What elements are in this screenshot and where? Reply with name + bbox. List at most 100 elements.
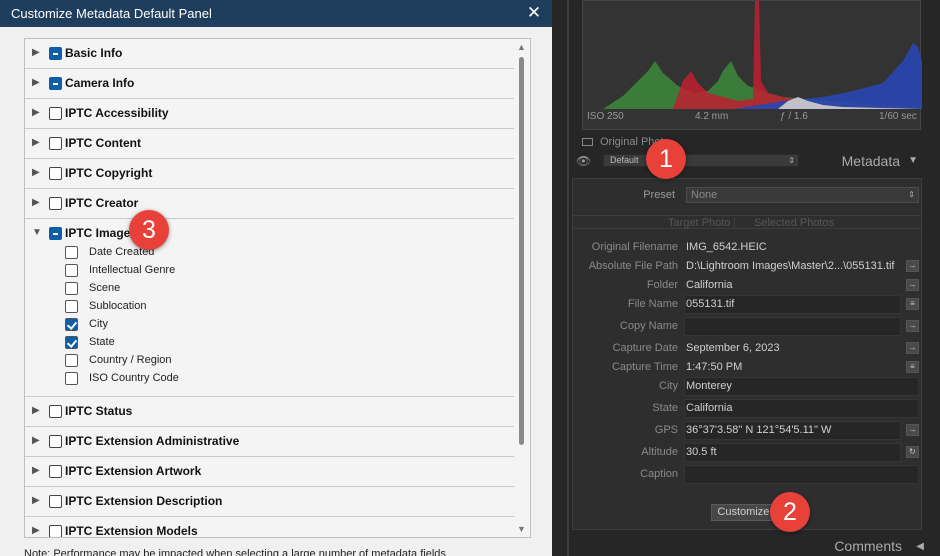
field-checkbox[interactable] [65, 246, 78, 259]
list-scrollbar[interactable]: ▲ ▼ [514, 39, 530, 537]
preset-select[interactable]: None ⇕ [686, 187, 919, 203]
group-row-iptc-content[interactable]: ▶ IPTC Content [25, 129, 515, 159]
list-icon[interactable]: ≡ [906, 361, 919, 373]
metadata-panel-header: 👁 Default ⇕ Metadata ▼ [569, 150, 940, 174]
scroll-down-icon[interactable]: ▼ [517, 524, 526, 534]
expand-arrow-icon[interactable]: ▶ [32, 77, 40, 88]
collapse-arrow-icon[interactable]: ▼ [32, 227, 42, 238]
group-label: IPTC Creator [65, 196, 139, 210]
field-item-city[interactable]: City [25, 316, 515, 334]
field-item-sublocation[interactable]: Sublocation [25, 298, 515, 316]
dialog-title: Customize Metadata Default Panel [11, 6, 212, 21]
group-checkbox[interactable] [49, 405, 62, 418]
metadata-panel-body: Preset None ⇕ Target Photo | Selected Ph… [572, 178, 922, 530]
metadata-panel-title[interactable]: Metadata [842, 153, 900, 169]
group-row-camera-info[interactable]: ▶ Camera Info [25, 69, 515, 99]
field-item-country-region[interactable]: Country / Region [25, 352, 515, 370]
expand-arrow-icon[interactable]: ▶ [32, 137, 40, 148]
field-item-date-created[interactable]: Date Created [25, 244, 515, 262]
comments-panel-title[interactable]: Comments [834, 538, 902, 554]
expand-arrow-icon[interactable]: ▶ [32, 495, 40, 506]
field-item-intellectual-genre[interactable]: Intellectual Genre [25, 262, 515, 280]
field-checkbox[interactable] [65, 336, 78, 349]
group-checkbox[interactable] [49, 525, 62, 537]
expand-triangle-icon[interactable]: ◀ [916, 541, 924, 552]
group-checkbox[interactable] [49, 465, 62, 478]
lightroom-right-panel: ISO 250 4.2 mm ƒ / 1.6 1/60 sec Original… [552, 0, 940, 556]
group-checkbox[interactable] [49, 495, 62, 508]
field-value: California [686, 279, 733, 291]
group-checkbox[interactable] [49, 197, 62, 210]
scroll-thumb[interactable] [519, 57, 524, 445]
group-row-iptc-creator[interactable]: ▶ IPTC Creator [25, 189, 515, 219]
gps-input[interactable]: 36°37'3.58" N 121°54'5.11" W [686, 424, 831, 436]
group-row-iptc-ext-administrative[interactable]: ▶ IPTC Extension Administrative [25, 427, 515, 457]
city-input[interactable]: Monterey [686, 380, 732, 392]
metadata-groups-list[interactable]: ▶ Basic Info ▶ Camera Info ▶ IPTC Access… [24, 38, 531, 538]
field-item-state[interactable]: State [25, 334, 515, 352]
field-checkbox[interactable] [65, 354, 78, 367]
refresh-icon[interactable]: ↻ [906, 446, 919, 458]
group-checkbox[interactable] [49, 227, 62, 240]
group-row-iptc-accessibility[interactable]: ▶ IPTC Accessibility [25, 99, 515, 129]
expand-arrow-icon[interactable]: ▶ [32, 525, 40, 536]
tab-selected-photos[interactable]: Selected Photos [754, 217, 834, 229]
field-item-scene[interactable]: Scene [25, 280, 515, 298]
group-label: IPTC Extension Artwork [65, 464, 202, 478]
field-item-iso-country-code[interactable]: ISO Country Code [25, 370, 515, 388]
expand-arrow-icon[interactable]: ▶ [32, 167, 40, 178]
expand-arrow-icon[interactable]: ▶ [32, 107, 40, 118]
field-label: Folder [646, 279, 678, 291]
group-row-iptc-ext-artwork[interactable]: ▶ IPTC Extension Artwork [25, 457, 515, 487]
go-arrow-icon[interactable]: → [906, 260, 919, 272]
callout-badge-3: 3 [129, 210, 169, 250]
group-checkbox[interactable] [49, 137, 62, 150]
go-arrow-icon[interactable]: → [906, 320, 919, 332]
expand-arrow-icon[interactable]: ▶ [32, 47, 40, 58]
group-checkbox[interactable] [49, 435, 62, 448]
group-row-iptc-ext-description[interactable]: ▶ IPTC Extension Description [25, 487, 515, 517]
go-arrow-icon[interactable]: → [906, 279, 919, 291]
expand-arrow-icon[interactable]: ▶ [32, 435, 40, 446]
scroll-up-icon[interactable]: ▲ [517, 42, 526, 52]
close-icon[interactable]: ✕ [524, 3, 544, 23]
field-checkbox[interactable] [65, 282, 78, 295]
field-checkbox[interactable] [65, 300, 78, 313]
expand-arrow-icon[interactable]: ▶ [32, 197, 40, 208]
group-checkbox[interactable] [49, 77, 62, 90]
group-label: IPTC Copyright [65, 166, 153, 180]
group-row-iptc-status[interactable]: ▶ IPTC Status [25, 397, 515, 427]
input-box[interactable] [684, 465, 919, 484]
aperture-readout: ƒ / 1.6 [780, 111, 808, 122]
group-row-iptc-ext-models[interactable]: ▶ IPTC Extension Models [25, 517, 515, 538]
go-arrow-icon[interactable]: → [906, 342, 919, 354]
list-icon[interactable]: ≡ [906, 298, 919, 310]
field-checkbox[interactable] [65, 318, 78, 331]
group-row-basic-info[interactable]: ▶ Basic Info [25, 39, 515, 69]
altitude-input[interactable]: 30.5 ft [686, 446, 717, 458]
group-label: IPTC Extension Models [65, 524, 198, 538]
group-checkbox[interactable] [49, 47, 62, 60]
checkbox-icon[interactable] [582, 138, 593, 147]
field-checkbox[interactable] [65, 372, 78, 385]
go-arrow-icon[interactable]: → [906, 424, 919, 436]
metadata-view-select[interactable]: Default ⇕ [603, 154, 799, 167]
collapse-triangle-icon[interactable]: ▼ [908, 155, 918, 166]
group-label: IPTC Accessibility [65, 106, 169, 120]
state-input[interactable]: California [686, 402, 732, 414]
group-checkbox[interactable] [49, 107, 62, 120]
field-label: Capture Date [612, 342, 678, 354]
group-checkbox[interactable] [49, 167, 62, 180]
field-checkbox[interactable] [65, 264, 78, 277]
field-label: Absolute File Path [588, 260, 678, 272]
expand-arrow-icon[interactable]: ▶ [32, 465, 40, 476]
field-absolute-file-path: Absolute File Path D:\Lightroom Images\M… [573, 257, 921, 277]
group-row-iptc-copyright[interactable]: ▶ IPTC Copyright [25, 159, 515, 189]
group-label: IPTC Content [65, 136, 141, 150]
tab-target-photo[interactable]: Target Photo [668, 217, 730, 229]
input-box[interactable] [684, 317, 901, 336]
field-gps: GPS 36°37'3.58" N 121°54'5.11" W → [573, 421, 921, 441]
field-value[interactable]: 055131.tif [686, 298, 734, 310]
expand-arrow-icon[interactable]: ▶ [32, 405, 40, 416]
eye-icon[interactable]: 👁 [576, 154, 591, 168]
